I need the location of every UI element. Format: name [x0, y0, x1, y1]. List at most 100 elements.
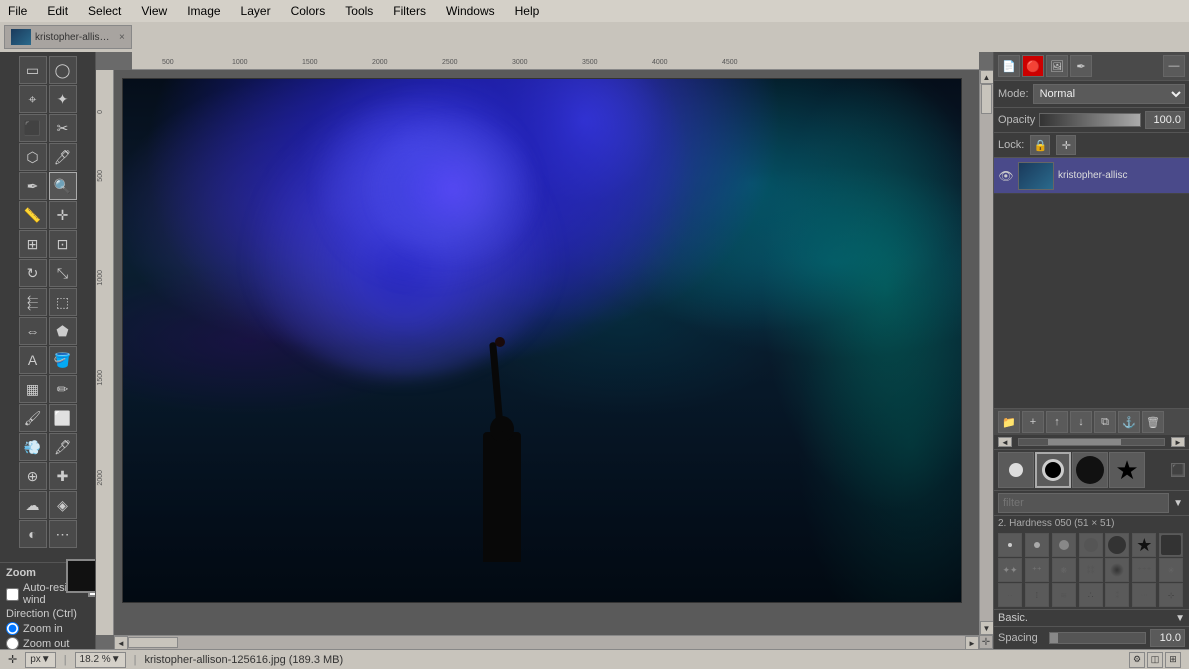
- brush-grid-item-14[interactable]: ✳: [1159, 558, 1183, 582]
- document-icon[interactable]: 📄: [998, 55, 1020, 77]
- brush-grid-item-2[interactable]: [1025, 533, 1049, 557]
- brush-preset-circle-outline[interactable]: [1035, 452, 1071, 488]
- color-select-tool[interactable]: ⬛: [19, 114, 47, 142]
- scroll-left-button[interactable]: ◄: [114, 636, 128, 649]
- lock-pixels-button[interactable]: 🔒: [1030, 135, 1050, 155]
- ellipse-select-tool[interactable]: ◯: [49, 56, 77, 84]
- align-tool[interactable]: ⊞: [19, 230, 47, 258]
- blend-tool[interactable]: ▦: [19, 375, 47, 403]
- paintbrush-tool[interactable]: 🖌: [19, 404, 47, 432]
- status-icon-2[interactable]: ◫: [1147, 652, 1163, 668]
- duplicate-layer-button[interactable]: ⧉: [1094, 411, 1116, 433]
- brush-filter-input[interactable]: [998, 493, 1169, 513]
- brush-panel-expand[interactable]: ⬛: [1171, 463, 1185, 477]
- menu-tools[interactable]: Tools: [341, 3, 377, 19]
- menu-view[interactable]: View: [137, 3, 171, 19]
- scroll-right-button[interactable]: ►: [965, 636, 979, 649]
- brush-preset-circle-black[interactable]: [1072, 452, 1108, 488]
- menu-image[interactable]: Image: [183, 3, 224, 19]
- layers-icon[interactable]: 🔴: [1022, 55, 1044, 77]
- brush-grid-item-12[interactable]: [1105, 558, 1129, 582]
- rp-scroll-right[interactable]: ►: [1171, 437, 1185, 447]
- lock-position-button[interactable]: ✛: [1056, 135, 1076, 155]
- brush-grid-item-3[interactable]: [1052, 533, 1076, 557]
- brush-grid-item-6[interactable]: ★: [1132, 533, 1156, 557]
- scroll-down-button[interactable]: ▼: [980, 621, 994, 635]
- menu-file[interactable]: File: [4, 3, 31, 19]
- rectangle-select-tool[interactable]: ▭: [19, 56, 47, 84]
- rp-scroll-left[interactable]: ◄: [998, 437, 1012, 447]
- convolve-tool[interactable]: ◈: [49, 491, 77, 519]
- airbrush-tool[interactable]: 💨: [19, 433, 47, 461]
- brush-grid-item-13[interactable]: ⁺⁺⁺: [1132, 558, 1156, 582]
- brush-grid-item-4[interactable]: [1079, 533, 1103, 557]
- brush-preset-circle-white[interactable]: [998, 452, 1034, 488]
- paths-tool[interactable]: 🖊: [49, 143, 77, 171]
- brush-grid-item-5[interactable]: [1105, 533, 1129, 557]
- channels-icon[interactable]: 🖼: [1046, 55, 1068, 77]
- brush-grid-item-19[interactable]: ⁑: [1105, 583, 1129, 607]
- brush-grid-item-10[interactable]: ❋: [1052, 558, 1076, 582]
- menu-layer[interactable]: Layer: [237, 3, 275, 19]
- zoom-in-radio[interactable]: [6, 622, 19, 635]
- zoom-out-radio[interactable]: [6, 637, 19, 649]
- menu-edit[interactable]: Edit: [43, 3, 72, 19]
- scissors-select-tool[interactable]: ✂: [49, 114, 77, 142]
- brush-preset-star[interactable]: ★: [1109, 452, 1145, 488]
- ink-tool[interactable]: 🖋: [49, 433, 77, 461]
- eraser-tool[interactable]: ⬜: [49, 404, 77, 432]
- new-layer-group-button[interactable]: 📁: [998, 411, 1020, 433]
- brush-grid-item-17[interactable]: ≋: [1052, 583, 1076, 607]
- rp-scroll-track[interactable]: [1018, 438, 1165, 446]
- brush-grid-item-15[interactable]: ··: [998, 583, 1022, 607]
- fuzzy-select-tool[interactable]: ✦: [49, 85, 77, 113]
- layer-item-0[interactable]: 👁 kristopher-allisc: [994, 158, 1189, 194]
- menu-filters[interactable]: Filters: [389, 3, 430, 19]
- measure-tool[interactable]: 📏: [19, 201, 47, 229]
- paths-panel-icon[interactable]: ✒: [1070, 55, 1092, 77]
- opacity-slider[interactable]: [1039, 113, 1141, 127]
- auto-resize-checkbox[interactable]: [6, 588, 19, 601]
- smudge-tool[interactable]: ☁: [19, 491, 47, 519]
- foreground-color[interactable]: [66, 559, 97, 593]
- menu-select[interactable]: Select: [84, 3, 125, 19]
- new-layer-button[interactable]: +: [1022, 411, 1044, 433]
- foreground-select-tool[interactable]: ⬡: [19, 143, 47, 171]
- zoom-control[interactable]: px▼: [25, 652, 55, 668]
- raise-layer-button[interactable]: ↑: [1046, 411, 1068, 433]
- pencil-tool[interactable]: ✏: [49, 375, 77, 403]
- canvas-wrapper[interactable]: [114, 70, 979, 635]
- free-select-tool[interactable]: ⌖: [19, 85, 47, 113]
- brush-grid-item-18[interactable]: ∴: [1079, 583, 1103, 607]
- status-icon-1[interactable]: ⚙: [1129, 652, 1145, 668]
- delete-layer-button[interactable]: 🗑: [1142, 411, 1164, 433]
- scale-tool[interactable]: ⤡: [49, 259, 77, 287]
- opacity-value[interactable]: [1145, 111, 1185, 129]
- bucket-fill-tool[interactable]: 🪣: [49, 346, 77, 374]
- brush-grid-item-11[interactable]: ⁑⁑: [1079, 558, 1103, 582]
- anchor-layer-button[interactable]: ⚓: [1118, 411, 1140, 433]
- tab-close-button[interactable]: ×: [119, 32, 125, 43]
- rp-minimize-button[interactable]: —: [1163, 55, 1185, 77]
- menu-colors[interactable]: Colors: [287, 3, 330, 19]
- move-tool[interactable]: ✛: [49, 201, 77, 229]
- perspective-tool[interactable]: ⬚: [49, 288, 77, 316]
- menu-windows[interactable]: Windows: [442, 3, 499, 19]
- brush-grid-item-8[interactable]: ✦✦: [998, 558, 1022, 582]
- rotate-tool[interactable]: ↻: [19, 259, 47, 287]
- status-icon-3[interactable]: ⊞: [1165, 652, 1181, 668]
- image-tab[interactable]: kristopher-allison-125616.jpg ×: [4, 25, 132, 49]
- flip-tool[interactable]: ⇔: [19, 317, 47, 345]
- scroll-up-button[interactable]: ▲: [980, 70, 994, 84]
- lower-layer-button[interactable]: ↓: [1070, 411, 1092, 433]
- zoom-level-control[interactable]: 18.2 %▼: [75, 652, 126, 668]
- brush-grid-item-16[interactable]: ⁞: [1025, 583, 1049, 607]
- text-tool[interactable]: A: [19, 346, 47, 374]
- heal-tool[interactable]: ✚: [49, 462, 77, 490]
- color-picker-tool[interactable]: ✒: [19, 172, 47, 200]
- brush-grid-item-1[interactable]: [998, 533, 1022, 557]
- brush-grid-item-21[interactable]: ⊹: [1159, 583, 1183, 607]
- dodge-burn-tool[interactable]: ◐: [19, 520, 47, 548]
- crop-tool[interactable]: ⊡: [49, 230, 77, 258]
- cage-tool[interactable]: ⬟: [49, 317, 77, 345]
